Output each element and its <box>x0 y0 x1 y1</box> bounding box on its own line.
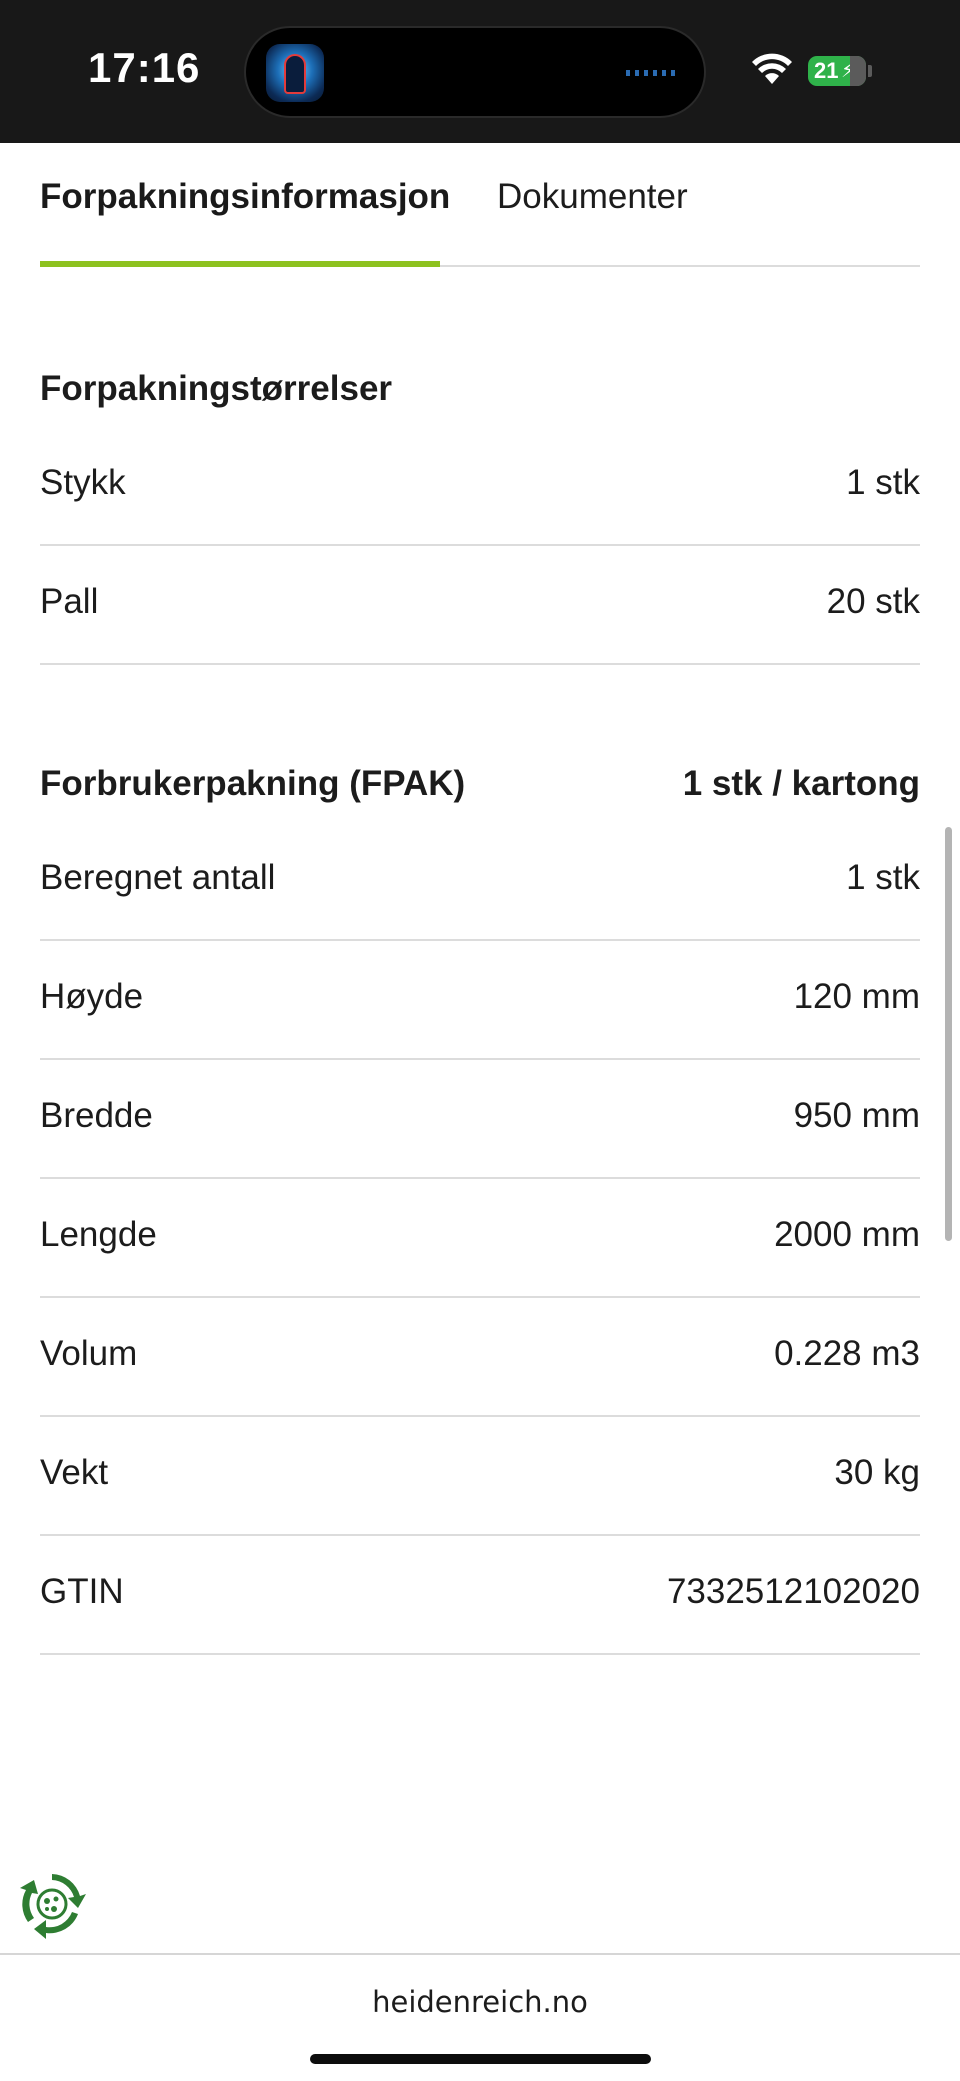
status-bar: 17:16 21 ⚡ <box>0 0 960 143</box>
tab-dokumenter[interactable]: Dokumenter <box>497 177 688 217</box>
battery-level: 21 <box>814 58 839 83</box>
live-activity-app-icon[interactable] <box>266 44 324 102</box>
info-row: Vekt 30 kg <box>40 1417 920 1536</box>
info-row: Lengde 2000 mm <box>40 1179 920 1298</box>
info-row: Stykk 1 stk <box>40 427 920 546</box>
status-time: 17:16 <box>88 44 201 91</box>
tab-forpakningsinformasjon[interactable]: Forpakningsinformasjon <box>40 177 450 217</box>
row-value: 20 stk <box>826 582 920 621</box>
row-value: 1 stk <box>846 463 920 502</box>
consumer-package-section: Forbrukerpakning (FPAK) 1 stk / kartong … <box>40 752 920 1655</box>
battery-icon: 21 ⚡ <box>808 56 866 86</box>
row-value: 30 kg <box>834 1453 920 1492</box>
home-indicator[interactable] <box>310 2054 651 2064</box>
wifi-icon <box>752 53 792 84</box>
packaging-sizes-section: Forpakningstørrelser Stykk 1 stk Pall 20… <box>40 357 920 665</box>
row-value: 1 stk <box>846 858 920 897</box>
info-row: Bredde 950 mm <box>40 1060 920 1179</box>
row-label: Bredde <box>40 1096 153 1135</box>
row-value: 7332512102020 <box>666 1572 920 1611</box>
scrollbar[interactable] <box>945 827 952 1241</box>
info-row: Pall 20 stk <box>40 546 920 665</box>
section-summary: 1 stk / kartong <box>682 764 920 803</box>
row-label: Høyde <box>40 977 144 1016</box>
section-header: Forpakningstørrelser <box>40 357 920 427</box>
row-label: GTIN <box>40 1572 124 1611</box>
info-row: Volum 0.228 m3 <box>40 1298 920 1417</box>
info-row: GTIN 7332512102020 <box>40 1536 920 1655</box>
row-label: Pall <box>40 582 99 621</box>
row-label: Volum <box>40 1334 138 1373</box>
dynamic-island[interactable] <box>244 26 706 118</box>
section-title: Forbrukerpakning (FPAK) <box>40 764 466 803</box>
section-header: Forbrukerpakning (FPAK) 1 stk / kartong <box>40 752 920 822</box>
info-row: Høyde 120 mm <box>40 941 920 1060</box>
section-title: Forpakningstørrelser <box>40 369 393 408</box>
audio-activity-icon <box>626 70 678 76</box>
recycle-icon[interactable] <box>16 1868 88 1940</box>
row-value: 120 mm <box>793 977 920 1016</box>
row-value: 0.228 m3 <box>774 1334 920 1373</box>
info-row: Beregnet antall 1 stk <box>40 822 920 941</box>
row-label: Stykk <box>40 463 126 502</box>
active-tab-indicator <box>40 261 440 267</box>
row-value: 2000 mm <box>774 1215 920 1254</box>
row-label: Beregnet antall <box>40 858 276 897</box>
browser-bottom-bar: heidenreich.no <box>0 1953 960 2081</box>
row-value: 950 mm <box>793 1096 920 1135</box>
tab-bar: Forpakningsinformasjon Dokumenter <box>40 143 920 267</box>
row-label: Vekt <box>40 1453 109 1492</box>
url-display[interactable]: heidenreich.no <box>0 1985 960 2019</box>
row-label: Lengde <box>40 1215 157 1254</box>
